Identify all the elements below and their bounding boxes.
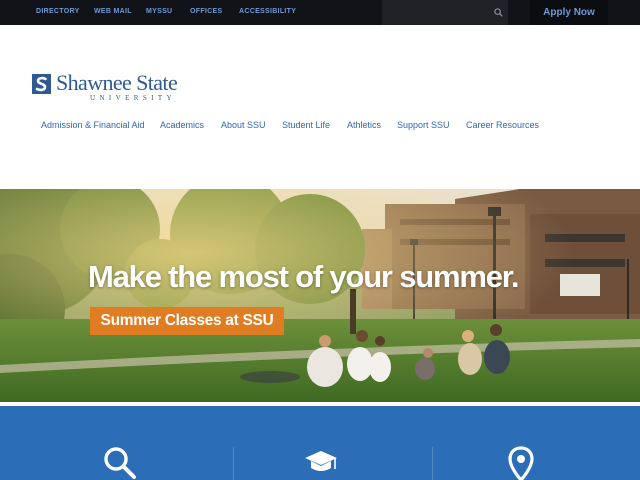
search-icon[interactable] (103, 446, 137, 480)
university-logo[interactable]: Shawnee State UNIVERSITY (32, 70, 182, 108)
band-divider (432, 447, 433, 480)
band-divider (233, 447, 234, 480)
summer-classes-button[interactable]: Summer Classes at SSU (90, 307, 284, 335)
nav-admission-financial-aid[interactable]: Admission & Financial Aid (41, 120, 145, 130)
utility-link-web-mail[interactable]: WEB MAIL (94, 8, 132, 15)
apply-now-button[interactable]: Apply Now (530, 0, 608, 25)
utility-link-myssu[interactable]: MYSSU (146, 8, 172, 15)
search-input[interactable] (382, 0, 488, 25)
nav-about-ssu[interactable]: About SSU (221, 120, 266, 130)
hero-campus-photo (0, 189, 640, 402)
logo-wordmark: Shawnee State (56, 70, 178, 95)
nav-athletics[interactable]: Athletics (347, 120, 381, 130)
nav-career-resources[interactable]: Career Resources (466, 120, 539, 130)
utility-link-accessibility[interactable]: ACCESSIBILITY (239, 8, 296, 15)
utility-bar: DIRECTORY WEB MAIL MYSSU OFFICES ACCESSI… (0, 0, 640, 25)
feature-band (0, 406, 640, 480)
ssu-logo-mark-icon (32, 74, 51, 94)
hero-headline: Make the most of your summer. (88, 259, 520, 294)
search-icon (493, 8, 503, 17)
nav-student-life[interactable]: Student Life (282, 120, 330, 130)
nav-academics[interactable]: Academics (160, 120, 204, 130)
location-pin-icon[interactable] (508, 446, 534, 480)
search-box (382, 0, 508, 25)
hero-banner: Make the most of your summer. Summer Cla… (0, 189, 640, 402)
logo-subtitle: UNIVERSITY (90, 94, 176, 102)
utility-link-directory[interactable]: DIRECTORY (36, 8, 80, 15)
nav-support-ssu[interactable]: Support SSU (397, 120, 450, 130)
search-button[interactable] (488, 0, 508, 25)
graduation-cap-icon[interactable] (304, 450, 338, 476)
utility-link-offices[interactable]: OFFICES (190, 8, 222, 15)
